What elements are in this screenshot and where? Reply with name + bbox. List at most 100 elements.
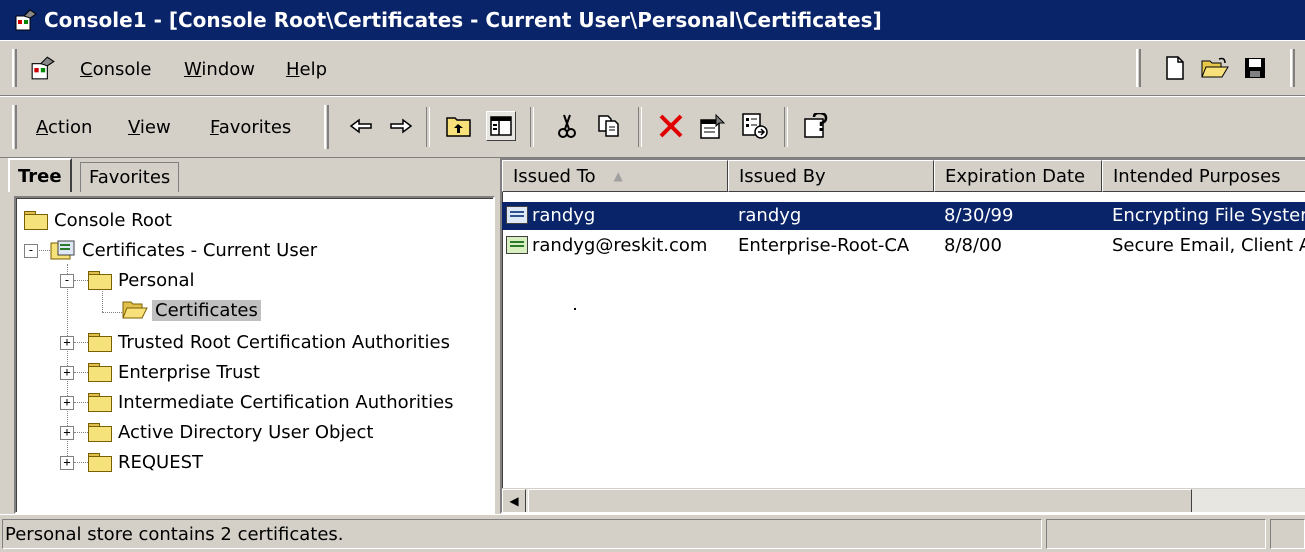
new-icon[interactable] — [1160, 53, 1190, 83]
sort-ascending-icon: ▲ — [613, 169, 623, 183]
column-header-expiration-date[interactable]: Expiration Date — [934, 160, 1102, 192]
menu-window[interactable]: Window — [184, 59, 255, 80]
tree-node-certificates-current-user[interactable]: Certificates - Current User — [50, 236, 317, 264]
delete-icon[interactable] — [656, 111, 686, 141]
toolbar-separator — [530, 107, 534, 147]
folder-icon — [24, 211, 48, 230]
cell-intended-purposes: Secure Email, Client A — [1112, 235, 1305, 256]
tree-node-personal[interactable]: Personal — [88, 266, 195, 294]
expand-toggle[interactable]: + — [60, 426, 74, 440]
forward-icon[interactable] — [386, 111, 416, 141]
tree-node-console-root[interactable]: Console Root — [24, 206, 172, 234]
cell-expiration-date: 8/30/99 — [944, 205, 1014, 226]
menu-bar: Console Window Help — [0, 40, 1305, 96]
cell-issued-by: randyg — [738, 205, 802, 226]
title-bar[interactable]: Console1 - [Console Root\Certificates - … — [0, 0, 1305, 40]
window-title: Console1 - [Console Root\Certificates - … — [44, 8, 882, 32]
tree-node-active-directory[interactable]: Active Directory User Object — [88, 418, 373, 446]
cell-issued-to: randyg — [532, 205, 596, 226]
up-one-level-icon[interactable] — [444, 111, 474, 141]
status-bar: Personal store contains 2 certificates. — [0, 514, 1305, 552]
tree-connector — [74, 432, 88, 433]
certificates-snapin-icon — [50, 239, 76, 261]
tree-node-label: Certificates - Current User — [82, 239, 318, 261]
menu-view[interactable]: View — [128, 117, 171, 138]
tree-node-label: Intermediate Certification Authorities — [118, 391, 454, 413]
toolbar-separator — [784, 107, 788, 147]
folder-icon — [88, 271, 112, 290]
status-panel-3 — [1270, 519, 1305, 549]
tree-connector — [74, 280, 88, 281]
export-list-icon[interactable] — [740, 111, 770, 141]
mmc-console-icon — [14, 8, 38, 32]
cell-issued-to: randyg@reskit.com — [532, 235, 708, 256]
standard-toolbar-grip[interactable] — [1136, 49, 1141, 87]
save-icon[interactable] — [1240, 53, 1270, 83]
certificate-icon — [506, 206, 528, 224]
folder-icon — [88, 453, 112, 472]
cut-icon[interactable] — [552, 111, 582, 141]
stray-pixel — [574, 308, 576, 310]
scroll-left-icon[interactable]: ◀ — [502, 489, 526, 512]
certificate-list[interactable]: Issued To ▲ Issued By Expiration Date In… — [500, 158, 1305, 514]
column-header-intended-purposes[interactable]: Intended Purposes — [1102, 160, 1305, 192]
open-folder-icon — [122, 300, 148, 320]
tab-tree[interactable]: Tree — [8, 158, 72, 192]
status-panel-2 — [1046, 519, 1266, 549]
folder-icon — [88, 333, 112, 352]
folder-icon — [88, 363, 112, 382]
certificate-icon — [506, 236, 528, 254]
tree-node-certificates[interactable]: Certificates — [122, 296, 261, 324]
expand-toggle[interactable]: + — [60, 336, 74, 350]
menu-favorites[interactable]: Favorites — [210, 117, 291, 138]
list-item[interactable]: randyg randyg 8/30/99 Encrypting File Sy… — [502, 202, 1305, 230]
tree-node-label: Active Directory User Object — [118, 421, 374, 443]
menu-help[interactable]: Help — [286, 59, 327, 80]
tree-node-trusted-root[interactable]: Trusted Root Certification Authorities — [88, 328, 450, 356]
tree-node-label: Enterprise Trust — [118, 361, 260, 383]
scrollbar-thumb[interactable] — [528, 489, 1192, 512]
nav-toolbar-grip[interactable] — [324, 105, 329, 149]
column-header-row: Issued To ▲ Issued By Expiration Date In… — [502, 160, 1305, 192]
tab-favorites[interactable]: Favorites — [80, 162, 180, 192]
column-header-issued-by[interactable]: Issued By — [728, 160, 934, 192]
folder-icon — [88, 423, 112, 442]
tree-node-label: Trusted Root Certification Authorities — [118, 331, 450, 353]
cell-issued-by: Enterprise-Root-CA — [738, 235, 910, 256]
toolbar-grip-right[interactable] — [1290, 49, 1295, 87]
expand-toggle[interactable]: + — [60, 366, 74, 380]
help-icon[interactable] — [802, 111, 832, 141]
console-menu-icon[interactable] — [30, 55, 56, 81]
cell-expiration-date: 8/8/00 — [944, 235, 1002, 256]
expand-toggle[interactable]: + — [60, 396, 74, 410]
tree-connector — [74, 462, 88, 463]
tree-connector — [102, 312, 122, 313]
scope-tabs: Tree Favorites — [0, 158, 495, 192]
tree-connector — [74, 372, 88, 373]
collapse-toggle[interactable]: - — [24, 244, 38, 258]
menu-action[interactable]: Action — [36, 117, 92, 138]
menu-console[interactable]: Console — [80, 59, 151, 80]
expand-toggle[interactable]: + — [60, 456, 74, 470]
list-item[interactable]: randyg@reskit.com Enterprise-Root-CA 8/8… — [502, 232, 1305, 260]
action-bar-grip[interactable] — [12, 105, 17, 149]
column-header-issued-to[interactable]: Issued To ▲ — [502, 160, 728, 192]
action-toolbar: Action View Favorites — [0, 96, 1305, 158]
horizontal-scrollbar[interactable]: ◀ — [502, 488, 1305, 512]
toolbar-separator — [638, 107, 642, 147]
open-icon[interactable] — [1200, 53, 1230, 83]
tree-node-enterprise-trust[interactable]: Enterprise Trust — [88, 358, 260, 386]
tree-node-label: Console Root — [54, 209, 172, 231]
menubar-grip[interactable] — [12, 49, 17, 87]
tree-node-request[interactable]: REQUEST — [88, 448, 203, 476]
collapse-toggle[interactable]: - — [60, 274, 74, 288]
show-hide-tree-icon[interactable] — [486, 111, 516, 141]
tree-node-label: REQUEST — [118, 451, 204, 473]
copy-icon[interactable] — [594, 111, 624, 141]
tree-connector — [36, 250, 50, 251]
properties-icon[interactable] — [698, 111, 728, 141]
console-tree[interactable]: Console Root - Certificates - Current Us… — [14, 196, 495, 514]
tree-node-intermediate[interactable]: Intermediate Certification Authorities — [88, 388, 454, 416]
back-icon[interactable] — [346, 111, 376, 141]
status-text: Personal store contains 2 certificates. — [2, 519, 1042, 549]
